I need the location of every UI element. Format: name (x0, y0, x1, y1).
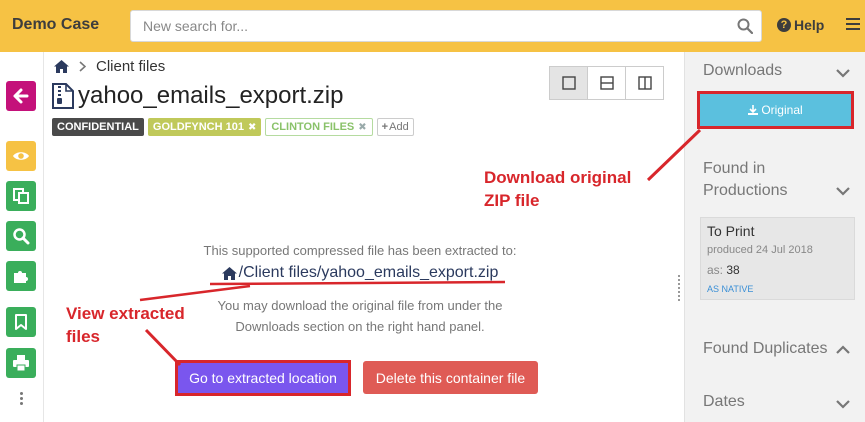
production-title: To Print (707, 223, 755, 239)
printer-icon (13, 355, 29, 372)
remove-tag-icon[interactable]: ✖ (248, 122, 256, 133)
as-native-link[interactable]: AS NATIVE (707, 284, 753, 294)
annotation-underline-path (209, 280, 506, 286)
case-title[interactable]: Demo Case (12, 16, 99, 34)
delete-container-file-button[interactable]: Delete this container file (363, 361, 538, 394)
production-card[interactable]: To Print produced 24 Jul 2018 as: 38 AS … (700, 217, 855, 300)
copy-button[interactable] (6, 181, 36, 211)
downloads-section-title[interactable]: Downloads (703, 62, 782, 80)
tag-label: CONFIDENTIAL (57, 121, 139, 133)
chevron-down-icon[interactable] (836, 186, 850, 196)
view-layout-group (549, 66, 664, 100)
found-in-productions-title[interactable]: Found in Productions (703, 158, 788, 202)
download-hint-line: Downloads section on the right hand pane… (235, 319, 485, 334)
chevron-right-icon (79, 61, 86, 72)
download-original-button[interactable]: Original (700, 94, 851, 126)
remove-tag-icon[interactable]: ✖ (358, 122, 366, 133)
download-hint-line: You may download the original file from … (217, 298, 503, 313)
annotation-line: Download original (484, 168, 632, 187)
single-view-button[interactable] (549, 66, 588, 100)
print-button[interactable] (6, 348, 36, 378)
breadcrumb-item-client-files[interactable]: Client files (96, 58, 165, 75)
home-icon (221, 266, 237, 280)
production-as-label: as: (707, 263, 724, 277)
arrow-left-icon (13, 88, 29, 104)
split-horizontal-icon (599, 76, 614, 90)
help-label: Help (794, 17, 825, 33)
chevron-up-icon[interactable] (836, 345, 850, 355)
annotation-download-original: Download original ZIP file (484, 166, 631, 212)
chevron-down-icon[interactable] (836, 399, 850, 409)
plus-icon: + (381, 121, 389, 133)
annotation-view-extracted: View extracted files (66, 302, 185, 348)
add-tag-label: Add (389, 121, 409, 133)
extracted-path-text: /Client files/yahoo_emails_export.zip (238, 264, 499, 281)
production-as-value: 38 (726, 263, 740, 277)
section-title-line: Productions (703, 182, 788, 199)
left-toolbar (0, 52, 44, 422)
chevron-down-icon[interactable] (836, 68, 850, 78)
search-box[interactable] (130, 10, 762, 42)
split-vertical-icon (637, 76, 652, 90)
go-to-extracted-location-button[interactable]: Go to extracted location (178, 363, 348, 393)
question-icon: ? (777, 18, 791, 32)
vertical-split-button[interactable] (625, 66, 664, 100)
extracted-message: This supported compressed file has been … (203, 243, 517, 258)
hamburger-menu-icon[interactable] (846, 18, 860, 32)
tag-label: CLINTON FILES (271, 121, 355, 133)
magnifier-icon (13, 228, 30, 245)
download-hint: You may download the original file from … (140, 295, 580, 337)
tag-confidential[interactable]: CONFIDENTIAL (52, 118, 144, 136)
production-date: produced 24 Jul 2018 (707, 244, 813, 256)
document-title: yahoo_emails_export.zip (52, 82, 344, 110)
eye-icon (13, 152, 29, 160)
production-number: as: 38 (707, 263, 740, 277)
download-icon (748, 105, 759, 115)
top-bar: Demo Case ? Help (0, 0, 865, 52)
home-icon[interactable] (54, 60, 69, 73)
tag-goldfynch-101[interactable]: GOLDFYNCH 101 ✖ (147, 118, 262, 136)
plugin-button[interactable] (6, 261, 36, 291)
square-icon (561, 76, 576, 90)
search-document-button[interactable] (6, 221, 36, 251)
view-button[interactable] (6, 141, 36, 171)
add-tag-button[interactable]: + Add (376, 118, 414, 136)
breadcrumb: Client files (54, 58, 165, 75)
panel-resize-handle[interactable] (676, 275, 682, 303)
copy-icon (13, 188, 29, 204)
tag-clinton-files[interactable]: CLINTON FILES ✖ (265, 118, 373, 136)
dates-section-title[interactable]: Dates (703, 393, 745, 411)
more-options-icon[interactable] (20, 392, 23, 407)
download-original-label: Original (761, 103, 803, 117)
tag-label: GOLDFYNCH 101 (152, 121, 244, 133)
horizontal-split-button[interactable] (587, 66, 626, 100)
search-icon[interactable] (737, 18, 753, 34)
section-title-line: Found in (703, 160, 766, 177)
tag-list: CONFIDENTIAL GOLDFYNCH 101 ✖ CLINTON FIL… (52, 118, 414, 136)
zip-file-icon (52, 83, 74, 109)
help-link[interactable]: ? Help (777, 17, 824, 33)
search-input[interactable] (131, 11, 721, 41)
back-button[interactable] (6, 81, 36, 111)
found-duplicates-title[interactable]: Found Duplicates (703, 340, 828, 358)
document-filename: yahoo_emails_export.zip (78, 82, 344, 109)
bookmark-button[interactable] (6, 307, 36, 337)
bookmark-icon (15, 314, 27, 330)
puzzle-icon (14, 271, 28, 283)
annotation-line: files (66, 327, 101, 346)
annotation-line: ZIP file (484, 191, 540, 210)
annotation-line: View extracted (66, 304, 185, 323)
extracted-path-link[interactable]: /Client files/yahoo_emails_export.zip (140, 264, 580, 282)
